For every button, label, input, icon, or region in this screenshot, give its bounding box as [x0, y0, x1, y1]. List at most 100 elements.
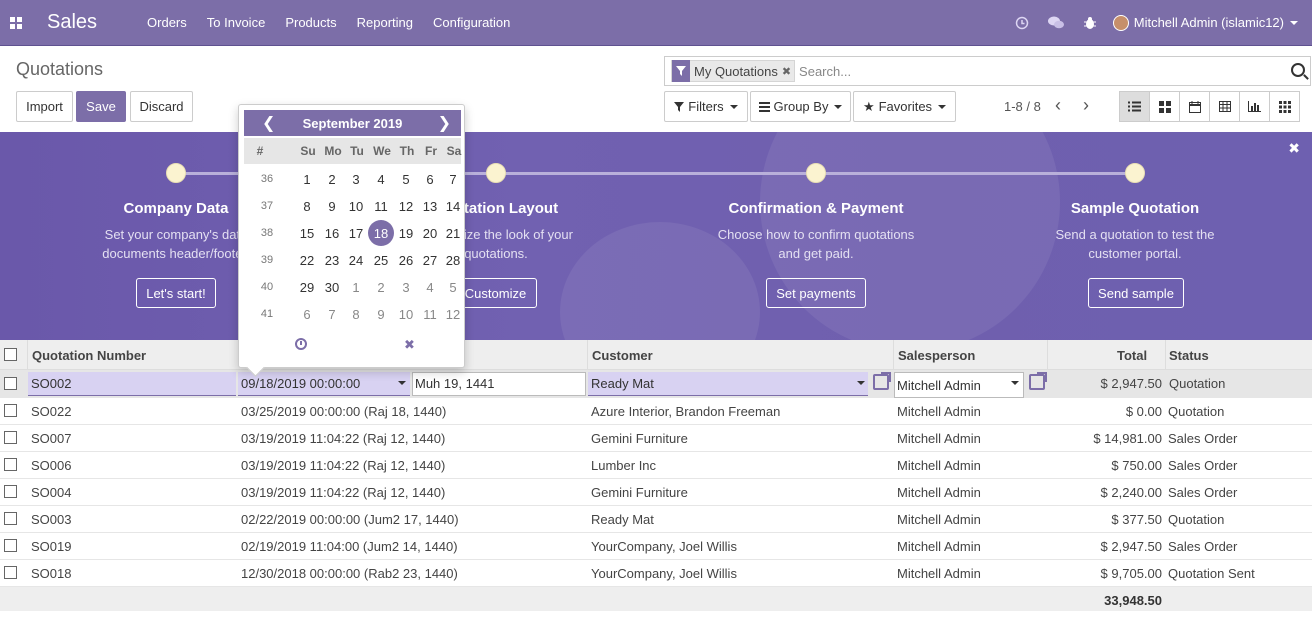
datepicker-day[interactable]: 23 — [320, 253, 344, 268]
set-payments-button[interactable]: Set payments — [766, 278, 866, 308]
table-row[interactable]: SO006 03/19/2019 11:04:22 (Raj 12, 1440)… — [0, 452, 1312, 479]
datepicker-day[interactable]: 11 — [418, 307, 442, 322]
hijri-date-input[interactable]: Muh 19, 1441 — [412, 372, 586, 396]
pager-next-icon[interactable]: › — [1083, 95, 1089, 116]
lets-start-button[interactable]: Let's start! — [136, 278, 216, 308]
datepicker-day[interactable]: 12 — [394, 199, 418, 214]
pivot-view-icon[interactable] — [1209, 91, 1240, 122]
user-menu[interactable]: Mitchell Admin (islamic12) — [1112, 14, 1298, 31]
datepicker-day[interactable]: 15 — [295, 226, 319, 241]
datepicker-day[interactable]: 28 — [441, 253, 465, 268]
menu-products[interactable]: Products — [285, 15, 336, 30]
row-checkbox[interactable] — [4, 512, 17, 525]
table-row[interactable]: SO019 02/19/2019 11:04:00 (Jum2 14, 1440… — [0, 533, 1312, 560]
external-link-icon[interactable] — [1029, 372, 1047, 390]
datepicker-day[interactable]: 22 — [295, 253, 319, 268]
datepicker-day[interactable]: 8 — [295, 199, 319, 214]
search-bar[interactable]: My Quotations ✖ Search... — [664, 56, 1311, 86]
datepicker-month-label[interactable]: September 2019 — [303, 116, 403, 131]
datepicker-day[interactable]: 9 — [369, 307, 393, 322]
search-icon[interactable] — [1291, 63, 1305, 77]
app-brand[interactable]: Sales — [47, 11, 97, 34]
datepicker-day[interactable]: 17 — [344, 226, 368, 241]
header-customer[interactable]: Customer — [592, 348, 653, 363]
header-quotation-number[interactable]: Quotation Number — [32, 348, 146, 363]
select-all-checkbox[interactable] — [4, 348, 17, 361]
datepicker-day[interactable]: 6 — [418, 172, 442, 187]
datepicker-day[interactable]: 8 — [344, 307, 368, 322]
row-checkbox[interactable] — [4, 539, 17, 552]
facet-remove-icon[interactable]: ✖ — [782, 65, 794, 78]
datepicker-day[interactable]: 7 — [441, 172, 465, 187]
datepicker-day[interactable]: 25 — [369, 253, 393, 268]
discard-button[interactable]: Discard — [130, 91, 193, 122]
calendar-view-icon[interactable] — [1179, 91, 1210, 122]
row-checkbox[interactable] — [4, 431, 17, 444]
datepicker-day[interactable]: 9 — [320, 199, 344, 214]
time-picker-clock-icon[interactable] — [295, 338, 307, 350]
kanban-view-icon[interactable] — [1149, 91, 1180, 122]
datepicker-day[interactable]: 2 — [320, 172, 344, 187]
debug-bug-icon[interactable] — [1073, 0, 1107, 46]
clear-date-icon[interactable]: ✖ — [404, 337, 415, 353]
pager-previous-icon[interactable]: ‹ — [1055, 95, 1061, 116]
filters-button[interactable]: Filters — [664, 91, 748, 122]
datepicker-day[interactable]: 4 — [369, 172, 393, 187]
row-checkbox[interactable] — [4, 566, 17, 579]
row-checkbox[interactable] — [4, 458, 17, 471]
table-row-editing[interactable]: SO002 09/18/2019 00:00:00 Muh 19, 1441 R… — [0, 370, 1312, 398]
activity-view-icon[interactable] — [1269, 91, 1300, 122]
group-by-button[interactable]: Group By — [750, 91, 851, 122]
datepicker-day[interactable]: 29 — [295, 280, 319, 295]
menu-reporting[interactable]: Reporting — [357, 15, 413, 30]
customer-field[interactable]: Ready Mat — [588, 372, 868, 396]
apps-menu-icon[interactable] — [0, 0, 32, 46]
header-total[interactable]: Total — [1117, 348, 1147, 363]
save-button[interactable]: Save — [76, 91, 126, 122]
datepicker-day[interactable]: 16 — [320, 226, 344, 241]
chat-bubbles-icon[interactable] — [1039, 0, 1073, 46]
datepicker-day[interactable]: 7 — [320, 307, 344, 322]
datepicker-day[interactable]: 20 — [418, 226, 442, 241]
row-checkbox[interactable] — [4, 377, 17, 390]
datepicker-day[interactable]: 3 — [344, 172, 368, 187]
next-month-icon[interactable]: ❯ — [438, 113, 451, 133]
menu-configuration[interactable]: Configuration — [433, 15, 510, 30]
list-view-icon[interactable] — [1119, 91, 1150, 122]
pager-value[interactable]: 1-8 / 8 — [1004, 99, 1041, 114]
datepicker-day[interactable]: 1 — [344, 280, 368, 295]
datepicker-day[interactable]: 10 — [394, 307, 418, 322]
menu-orders[interactable]: Orders — [147, 15, 187, 30]
datepicker-day[interactable]: 19 — [394, 226, 418, 241]
quotation-number-field[interactable]: SO002 — [28, 372, 236, 396]
datepicker-day[interactable]: 5 — [441, 280, 465, 295]
table-row[interactable]: SO003 02/22/2019 00:00:00 (Jum2 17, 1440… — [0, 506, 1312, 533]
menu-to-invoice[interactable]: To Invoice — [207, 15, 266, 30]
close-banner-icon[interactable]: ✖ — [1288, 140, 1300, 157]
activity-clock-icon[interactable] — [1005, 0, 1039, 46]
datepicker-day[interactable]: 27 — [418, 253, 442, 268]
datepicker-day[interactable]: 24 — [344, 253, 368, 268]
datepicker-day[interactable]: 21 — [441, 226, 465, 241]
datepicker-day[interactable]: 10 — [344, 199, 368, 214]
datepicker-day-selected[interactable]: 18 — [369, 226, 393, 241]
search-input[interactable]: Search... — [799, 64, 851, 79]
favorites-button[interactable]: ★ Favorites — [853, 91, 956, 122]
row-checkbox[interactable] — [4, 485, 17, 498]
table-row[interactable]: SO004 03/19/2019 11:04:22 (Raj 12, 1440)… — [0, 479, 1312, 506]
order-date-field[interactable]: 09/18/2019 00:00:00 — [238, 372, 410, 396]
customize-button[interactable]: Customize — [454, 278, 537, 308]
import-button[interactable]: Import — [16, 91, 73, 122]
datepicker-day[interactable]: 11 — [369, 199, 393, 214]
header-status[interactable]: Status — [1169, 348, 1209, 363]
datepicker-day[interactable]: 3 — [394, 280, 418, 295]
external-link-icon[interactable] — [873, 372, 891, 390]
send-sample-button[interactable]: Send sample — [1088, 278, 1184, 308]
datepicker-day[interactable]: 13 — [418, 199, 442, 214]
previous-month-icon[interactable]: ❮ — [262, 113, 275, 133]
datepicker-day[interactable]: 4 — [418, 280, 442, 295]
table-row[interactable]: SO018 12/30/2018 00:00:00 (Rab2 23, 1440… — [0, 560, 1312, 587]
datepicker-day[interactable]: 30 — [320, 280, 344, 295]
row-checkbox[interactable] — [4, 404, 17, 417]
graph-view-icon[interactable] — [1239, 91, 1270, 122]
